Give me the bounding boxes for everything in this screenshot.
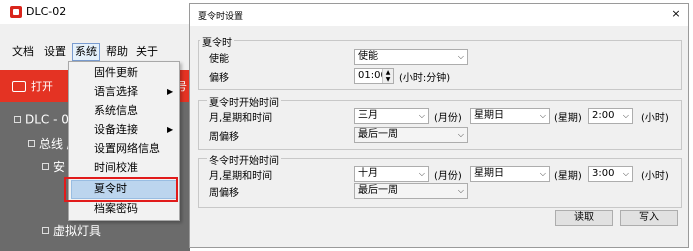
start-month-select[interactable]: 三月 ⌵ <box>354 108 429 124</box>
chevron-down-icon: ⌵ <box>622 111 629 120</box>
spinner-arrows-icon[interactable]: ▲ ▼ <box>382 69 393 83</box>
dialog-title: 夏令时设置 <box>198 12 244 22</box>
end-week-offset-label: 周偏移 <box>209 188 239 199</box>
end-hour-select[interactable]: 3:00 ⌵ <box>588 166 633 182</box>
end-weekday-unit: (星期) <box>554 171 582 182</box>
callout-highlight-box <box>64 177 178 202</box>
start-week-offset-select[interactable]: 最后一周 ⌵ <box>354 127 468 143</box>
chevron-down-icon: ⌵ <box>457 130 464 139</box>
menu-item-file-password[interactable]: 档案密码 <box>94 200 138 218</box>
close-icon[interactable]: × <box>670 8 682 20</box>
tree-node-virtual-lights[interactable]: 虚拟灯具 <box>42 222 101 239</box>
chevron-down-icon: ⌵ <box>622 169 629 178</box>
start-hour-select[interactable]: 2:00 ⌵ <box>588 108 633 124</box>
app-title: DLC-02 <box>26 5 67 18</box>
dialog-titlebar: 夏令时设置 × <box>190 4 688 26</box>
start-weekday-select[interactable]: 星期日 ⌵ <box>470 108 550 124</box>
end-week-offset-select[interactable]: 最后一周 ⌵ <box>354 183 468 199</box>
app-logo-icon <box>10 6 22 18</box>
menu-item-firmware-update[interactable]: 固件更新 <box>94 64 138 82</box>
start-datetime-label: 月,星期和时间 <box>209 113 273 124</box>
menu-settings[interactable]: 设置 <box>42 44 68 60</box>
start-month-unit: (月份) <box>434 113 462 124</box>
end-month-unit: (月份) <box>434 171 462 182</box>
chevron-down-icon: ⌵ <box>539 169 546 178</box>
end-month-select[interactable]: 十月 ⌵ <box>354 166 429 182</box>
menu-help[interactable]: 帮助 <box>104 44 130 60</box>
menu-item-device-connect[interactable]: 设备连接 <box>94 121 138 139</box>
menu-about[interactable]: 关于 <box>134 44 160 60</box>
enable-label: 使能 <box>209 54 229 65</box>
dst-settings-dialog: 夏令时设置 × 夏令时 使能 使能 ⌵ 偏移 01:00 ▲ ▼ (小时:分钟) 夏… <box>189 3 689 248</box>
end-hour-unit: (小时) <box>641 171 669 182</box>
menu-item-network-settings[interactable]: 设置网络信息 <box>94 140 160 158</box>
tree-expander-icon[interactable] <box>14 116 21 123</box>
menu-document[interactable]: 文档 <box>10 44 36 60</box>
dst-group-title: 夏令时 <box>200 34 234 49</box>
read-button[interactable]: 读取 <box>555 210 613 226</box>
end-datetime-label: 月,星期和时间 <box>209 171 273 182</box>
open-button-label: 打开 <box>31 80 53 93</box>
dst-start-group-title: 夏令时开始时间 <box>207 94 281 109</box>
folder-open-icon <box>12 80 26 92</box>
chevron-down-icon: ⌵ <box>418 111 425 120</box>
menu-item-language[interactable]: 语言选择 <box>94 83 138 101</box>
app-titlebar: DLC-02 <box>0 0 190 24</box>
start-weekday-unit: (星期) <box>554 113 582 124</box>
submenu-arrow-icon: ▶ <box>167 87 174 96</box>
menu-bar: 文档 设置 系统 帮助 关于 <box>0 43 190 61</box>
chevron-down-icon: ⌵ <box>539 111 546 120</box>
offset-unit: (小时:分钟) <box>399 73 451 84</box>
end-weekday-select[interactable]: 星期日 ⌵ <box>470 166 550 182</box>
submenu-arrow-icon: ▶ <box>167 125 174 134</box>
offset-label: 偏移 <box>209 73 229 84</box>
chevron-down-icon: ⌵ <box>457 186 464 195</box>
offset-spinner[interactable]: 01:00 ▲ ▼ <box>354 68 394 84</box>
chevron-down-icon: ⌵ <box>418 169 425 178</box>
menu-item-time-calibration[interactable]: 时间校准 <box>94 159 138 177</box>
open-button[interactable]: 打开 <box>12 78 53 94</box>
write-button[interactable]: 写入 <box>620 210 678 226</box>
enable-select[interactable]: 使能 ⌵ <box>354 49 468 65</box>
start-week-offset-label: 周偏移 <box>209 132 239 143</box>
start-hour-unit: (小时) <box>641 113 669 124</box>
chevron-down-icon: ⌵ <box>457 52 464 61</box>
tree-expander-icon[interactable] <box>42 163 49 170</box>
tree-node-bus[interactable]: 总线 / <box>28 135 71 152</box>
dst-end-group-title: 冬令时开始时间 <box>207 152 281 167</box>
tree-expander-icon[interactable] <box>42 227 49 234</box>
menu-item-system-info[interactable]: 系统信息 <box>94 102 138 120</box>
tree-node-safety[interactable]: 安 <box>42 158 65 175</box>
tree-expander-icon[interactable] <box>28 140 35 147</box>
menu-system[interactable]: 系统 <box>72 43 100 61</box>
